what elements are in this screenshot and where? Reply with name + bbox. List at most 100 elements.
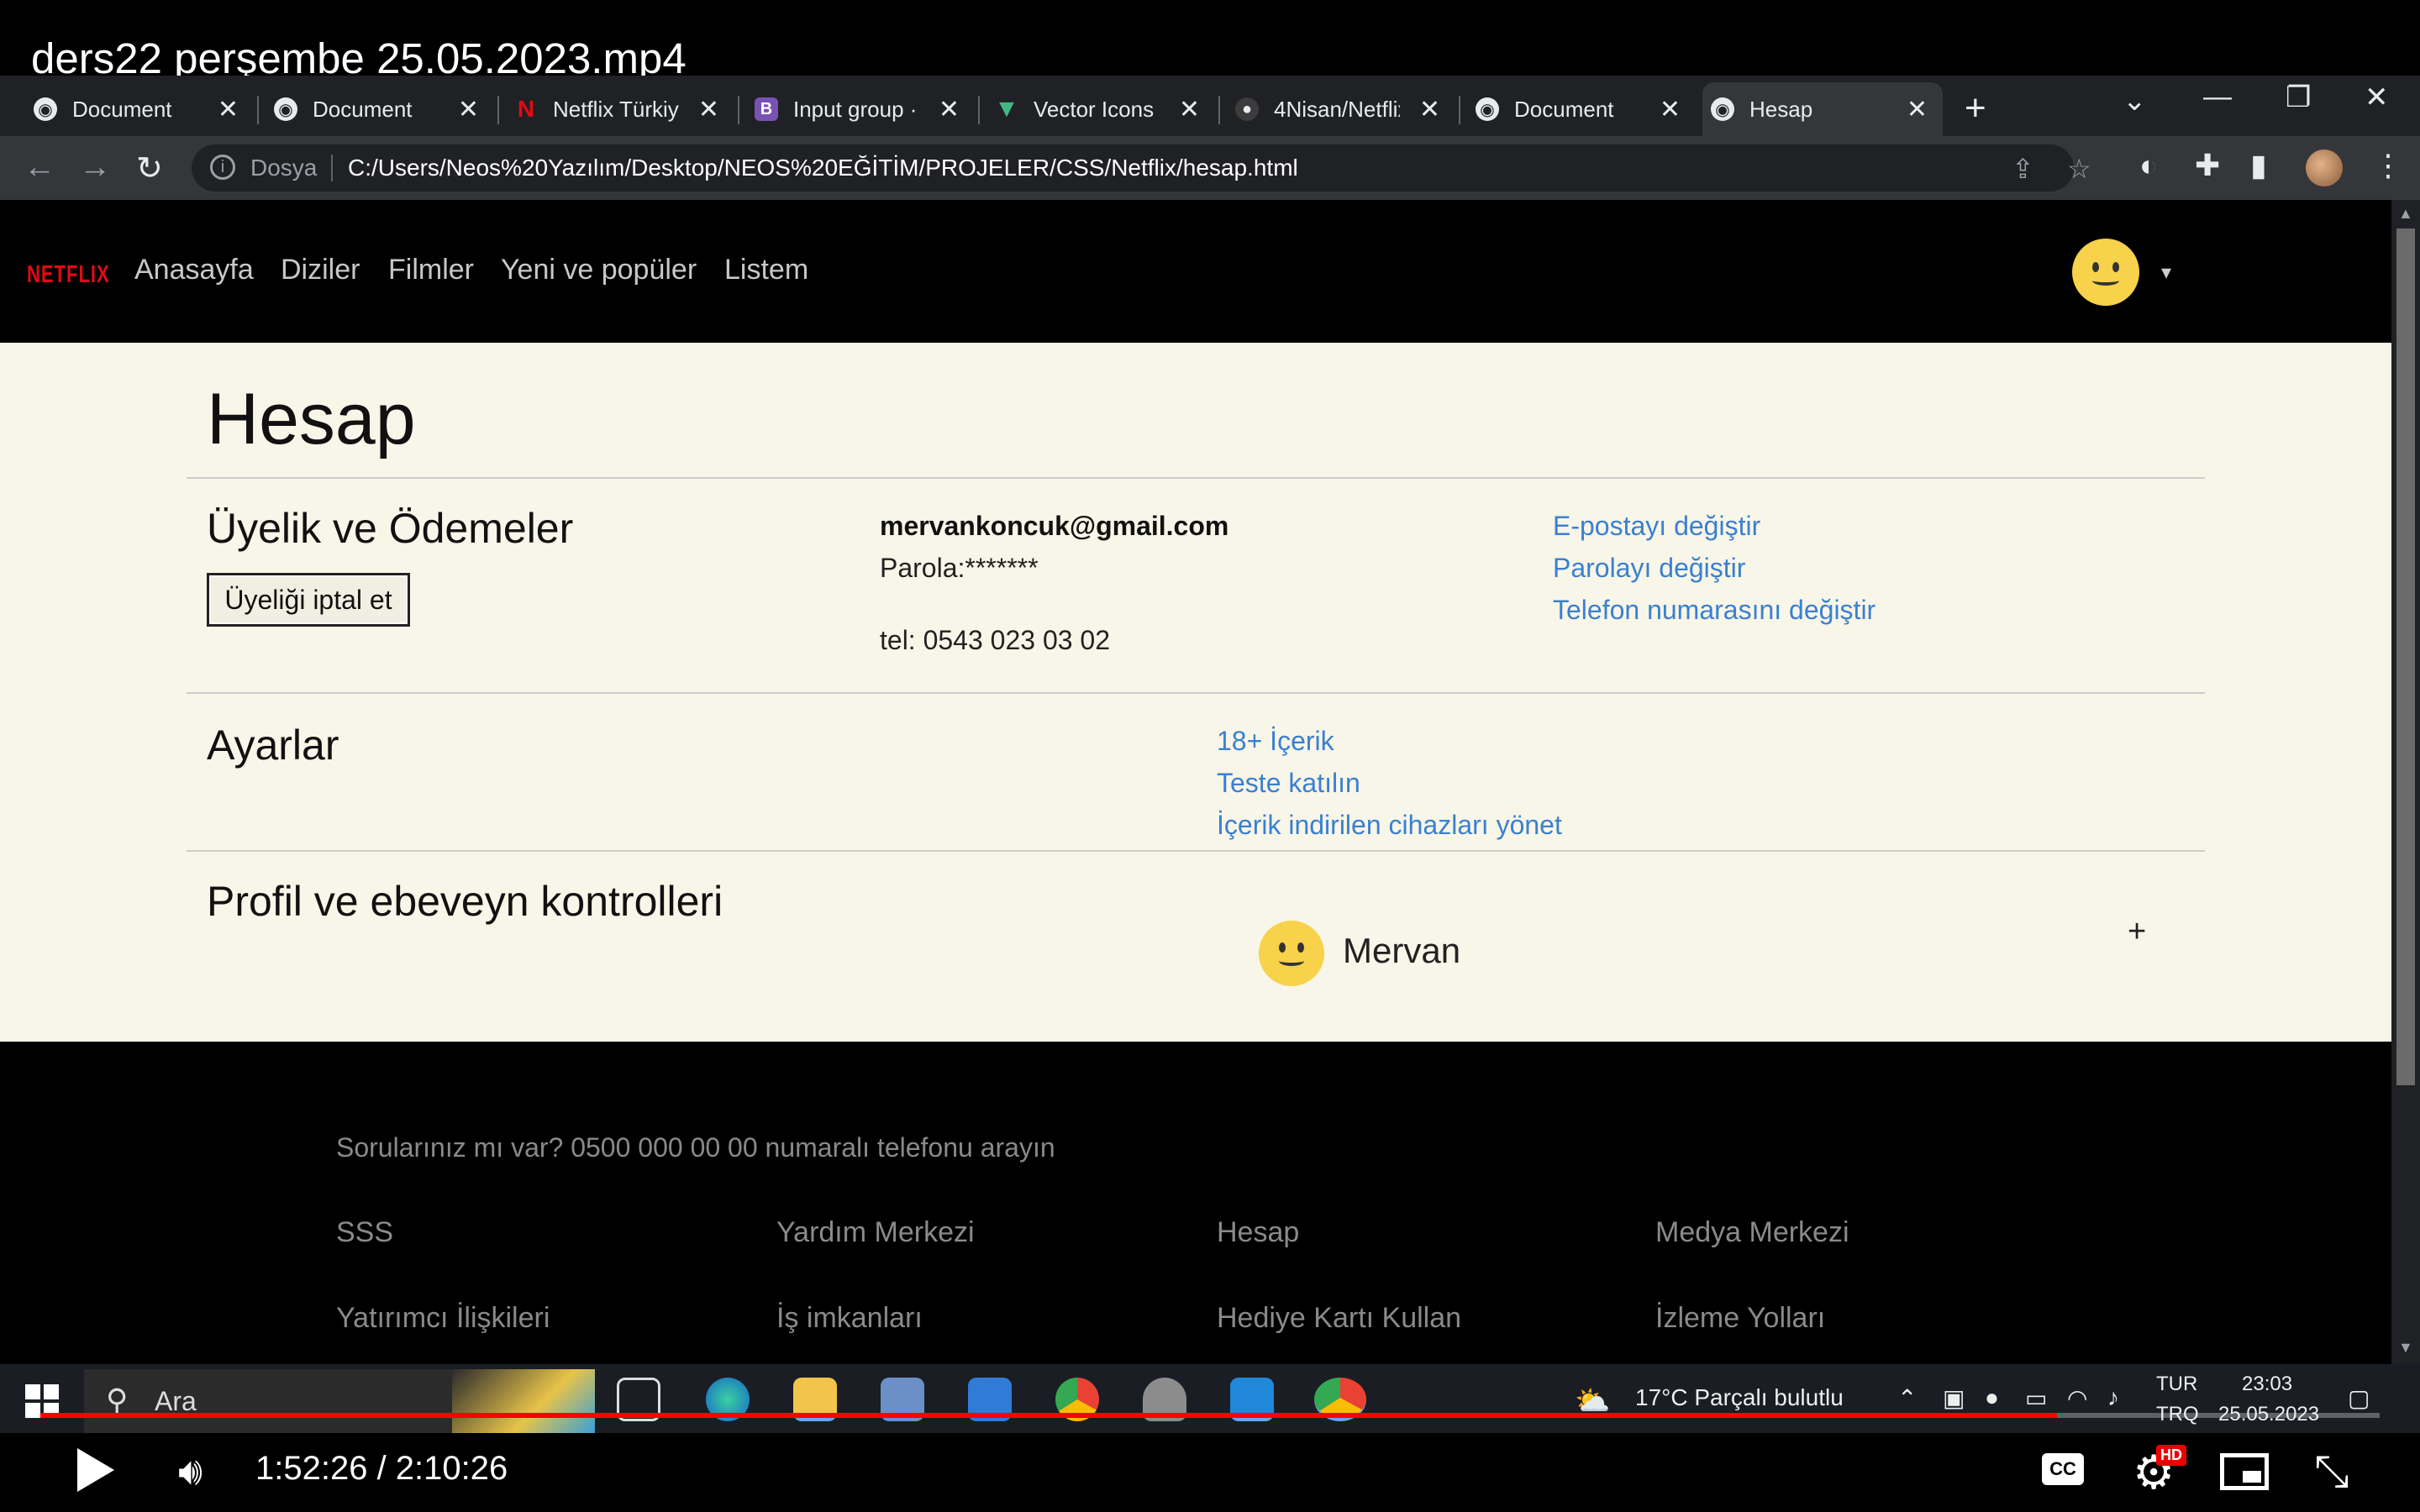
divider [187, 692, 2205, 694]
close-icon[interactable]: ✕ [939, 95, 960, 124]
tab-divider [1459, 96, 1460, 124]
restore-icon[interactable]: ❐ [2286, 81, 2311, 114]
change-phone-link[interactable]: Telefon numarasını değiştir [1553, 595, 1876, 626]
nav-link-yeni-populer[interactable]: Yeni ve popüler [501, 254, 697, 286]
tab-divider [738, 96, 739, 124]
footer-link-sss[interactable]: SSS [336, 1216, 393, 1249]
tray-chevron-icon[interactable]: ⌃ [1897, 1384, 1917, 1412]
globe-icon: ◉ [1476, 97, 1499, 121]
new-tab-button[interactable]: + [1965, 87, 1986, 129]
browser-toolbar: ← → ↻ i Dosya C:/Users/Neos%20Yazılım/De… [0, 136, 2420, 200]
wifi-icon[interactable]: ◠ [2067, 1384, 2087, 1412]
tab-document-1[interactable]: ◉ Document ✕ [25, 82, 254, 136]
close-window-icon[interactable]: ✕ [2365, 81, 2389, 114]
footer-link-medya[interactable]: Medya Merkezi [1655, 1216, 1849, 1249]
nav-link-listem[interactable]: Listem [724, 254, 808, 286]
microphone-icon[interactable]: ● [1985, 1384, 1999, 1411]
play-icon[interactable] [77, 1448, 114, 1492]
vue-icon: ▼ [994, 95, 1019, 123]
close-icon[interactable]: ✕ [218, 95, 239, 124]
manage-download-devices-link[interactable]: İçerik indirilen cihazları yönet [1217, 810, 1562, 841]
camera-icon[interactable]: ▣ [1943, 1384, 1965, 1412]
nav-link-filmler[interactable]: Filmler [388, 254, 474, 286]
change-email-link[interactable]: E-postayı değiştir [1553, 511, 1760, 542]
scroll-up-icon[interactable]: ▲ [2398, 205, 2413, 223]
weather-text[interactable]: 17°C Parçalı bulutlu [1635, 1384, 1844, 1411]
profile-name[interactable]: Mervan [1343, 931, 1460, 971]
tab-search-chevron-icon[interactable]: ⌄ [2123, 84, 2147, 118]
forward-icon[interactable]: → [79, 150, 111, 186]
close-icon[interactable]: ✕ [1660, 95, 1681, 124]
share-icon[interactable]: ⇪ [2012, 153, 2034, 185]
footer-link-is-imkanlari[interactable]: İş imkanları [776, 1302, 923, 1335]
exit-fullscreen-icon[interactable]: ⤡ [2314, 1446, 2349, 1498]
netflix-icon: N [517, 96, 535, 122]
close-icon[interactable]: ✕ [698, 95, 719, 124]
reload-icon[interactable]: ↻ [136, 150, 163, 187]
url-text[interactable]: C:/Users/Neos%20Yazılım/Desktop/NEOS%20E… [348, 155, 1298, 181]
tab-github[interactable]: ● 4Nisan/Netflix ✕ [1227, 82, 1455, 136]
tab-vector-icons[interactable]: ▼ Vector Icons · ✕ [986, 82, 1215, 136]
globe-icon: ◉ [1711, 97, 1734, 121]
clock-time[interactable]: 23:03 [2242, 1373, 2292, 1396]
footer-link-hediye-karti[interactable]: Hediye Kartı Kullan [1217, 1302, 1461, 1335]
change-password-link[interactable]: Parolayı değiştir [1553, 553, 1745, 584]
side-panel-icon[interactable]: ▮ [2250, 148, 2267, 183]
close-icon[interactable]: ✕ [458, 95, 479, 124]
language-top[interactable]: TUR [2156, 1373, 2197, 1396]
nav-link-diziler[interactable]: Diziler [281, 254, 360, 286]
close-icon[interactable]: ✕ [1179, 95, 1200, 124]
omnibox-divider [331, 155, 333, 181]
bookmark-star-icon[interactable]: ☆ [2067, 153, 2091, 185]
adult-content-link[interactable]: 18+ İçerik [1217, 726, 1334, 757]
page-viewport: NETFLIX Anasayfa Diziler Filmler Yeni ve… [0, 200, 2391, 1364]
netflix-navbar: NETFLIX Anasayfa Diziler Filmler Yeni ve… [0, 200, 2391, 343]
settings-heading: Ayarlar [207, 722, 339, 769]
globe-icon: ◉ [274, 97, 297, 121]
close-icon[interactable]: ✕ [1419, 95, 1440, 124]
profile-avatar-smiley-icon[interactable] [1259, 921, 1324, 986]
extensions-puzzle-icon[interactable]: ✚ [2195, 148, 2220, 183]
scroll-down-icon[interactable]: ▼ [2398, 1339, 2413, 1357]
tab-document-2[interactable]: ◉ Document ✕ [266, 82, 494, 136]
tab-label: Netflix Türkiye [553, 96, 679, 122]
netflix-logo[interactable]: NETFLIX [27, 260, 110, 289]
cancel-membership-button[interactable]: Üyeliği iptal et [207, 573, 410, 627]
tab-hesap-active[interactable]: ◉ Hesap ✕ [1702, 82, 1943, 136]
nav-link-anasayfa[interactable]: Anasayfa [134, 254, 254, 286]
tab-input-group[interactable]: B Input group · ✕ [746, 82, 975, 136]
back-icon[interactable]: ← [24, 150, 55, 186]
captions-icon[interactable]: CC [2042, 1453, 2084, 1485]
tab-divider [978, 96, 980, 124]
info-icon[interactable]: i [210, 155, 235, 180]
footer-link-hesap[interactable]: Hesap [1217, 1216, 1299, 1249]
footer-link-yardim[interactable]: Yardım Merkezi [776, 1216, 975, 1249]
expand-profile-plus-icon[interactable]: + [2128, 914, 2146, 950]
footer-link-izleme-yollari[interactable]: İzleme Yolları [1655, 1302, 1825, 1335]
video-time: 1:52:26 / 2:10:26 [255, 1450, 508, 1487]
tab-document-3[interactable]: ◉ Document ✕ [1467, 82, 1696, 136]
close-icon[interactable]: ✕ [1907, 95, 1928, 124]
profile-dropdown-caret-icon[interactable]: ▾ [2161, 260, 2171, 285]
address-bar[interactable]: i Dosya C:/Users/Neos%20Yazılım/Desktop/… [192, 144, 2091, 192]
github-icon: ● [1235, 97, 1259, 121]
menu-icon[interactable]: ⋮ [2373, 148, 2403, 183]
join-test-link[interactable]: Teste katılın [1217, 768, 1360, 799]
taskbar-search[interactable]: ⚲ Ara [84, 1369, 595, 1433]
miniplayer-icon[interactable] [2220, 1453, 2269, 1490]
footer-link-yatirimci[interactable]: Yatırımcı İlişkileri [336, 1302, 550, 1335]
tab-label: Vector Icons · [1034, 96, 1160, 122]
battery-icon[interactable]: ▭ [2025, 1384, 2047, 1412]
profile-avatar[interactable] [2306, 150, 2343, 186]
windows-taskbar: ⚲ Ara ⛅ 17°C Parçalı bulutlu ⌃ ▣ ● ▭ ◠ ♪… [0, 1364, 2420, 1433]
extension-circle-icon[interactable]: ◐ [2139, 148, 2158, 183]
volume-icon[interactable]: 🔊︎ [178, 1448, 203, 1495]
notifications-icon[interactable]: ▢ [2348, 1384, 2370, 1412]
scrollbar-thumb[interactable] [2396, 228, 2415, 1085]
volume-tray-icon[interactable]: ♪ [2107, 1384, 2119, 1411]
tab-netflix[interactable]: N Netflix Türkiye ✕ [506, 82, 734, 136]
tab-label: Document [1514, 96, 1614, 122]
minimize-icon[interactable]: — [2203, 81, 2232, 113]
profile-smiley-icon[interactable] [2072, 239, 2139, 306]
page-scrollbar[interactable]: ▲ ▼ [2391, 200, 2420, 1364]
